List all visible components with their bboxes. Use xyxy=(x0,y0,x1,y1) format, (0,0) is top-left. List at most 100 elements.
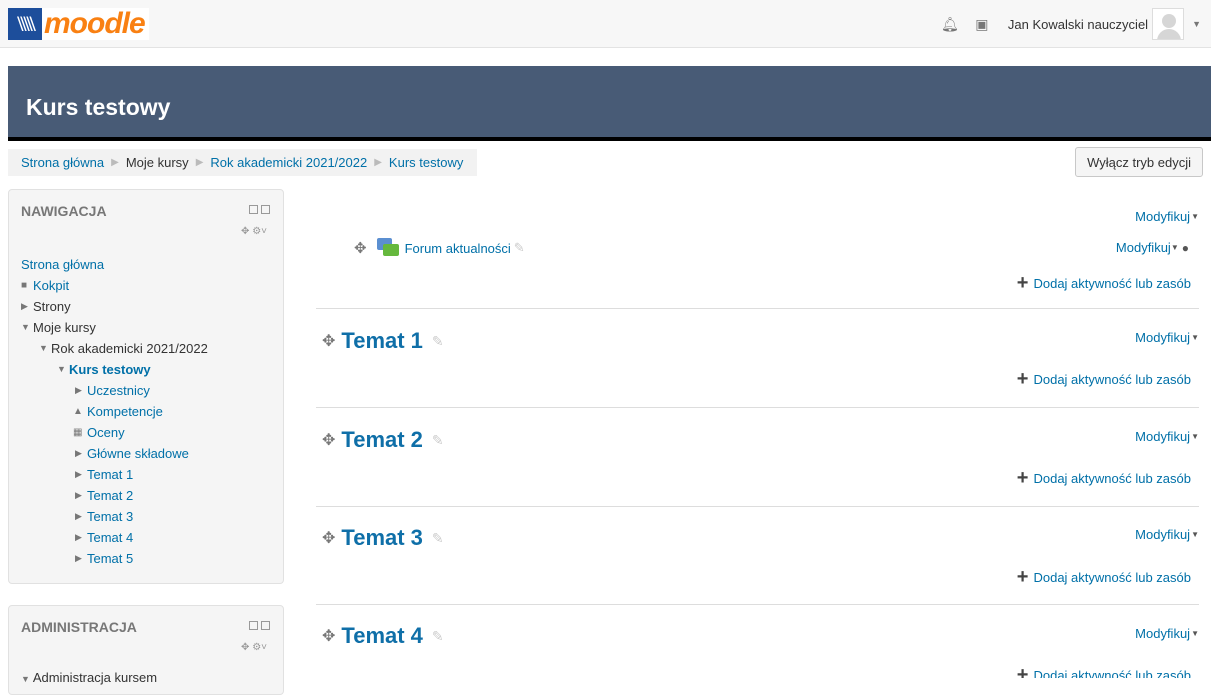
collapse-icon[interactable]: ▼ xyxy=(39,338,51,359)
expand-icon[interactable]: ▶ xyxy=(75,527,87,548)
block-title: ADMINISTRACJA xyxy=(21,619,137,635)
breadcrumb-separator-icon: ▶ xyxy=(111,157,119,168)
collapse-icon[interactable]: ▼ xyxy=(57,359,69,380)
avatar[interactable] xyxy=(1152,8,1185,40)
block-title: NAWIGACJA xyxy=(21,203,107,219)
breadcrumb-my-courses[interactable]: Moje kursy xyxy=(126,155,189,170)
dock-icon[interactable] xyxy=(261,205,270,214)
expand-icon[interactable]: ▶ xyxy=(75,464,87,485)
administration-block: ADMINISTRACJA ✥ ⚙˅ ▼ Administracja kurse… xyxy=(8,605,284,695)
pencil-icon[interactable]: ✎ xyxy=(432,628,444,645)
plus-icon: + xyxy=(1016,368,1029,390)
nav-tree: Strona główna ■ Kokpit ▶ Strony ▼ Moje kurs… xyxy=(21,254,275,569)
expand-icon[interactable]: ▶ xyxy=(75,443,87,464)
topic-heading: ✥ Temat 4 ✎ xyxy=(322,623,444,649)
nav-item-grades[interactable]: Oceny xyxy=(87,422,125,443)
plus-icon: + xyxy=(1016,467,1029,489)
collapse-icon[interactable]: ▼ xyxy=(21,317,33,338)
user-nav: 🔔︎ ▣ Jan Kowalski nauczyciel ▼ xyxy=(934,8,1201,40)
navigation-block: NAWIGACJA ✥ ⚙˅ Strona główna ■ Kokpit ▶ St… xyxy=(8,189,284,584)
nav-item-dashboard[interactable]: Kokpit xyxy=(33,275,69,296)
nav-item-topic-1[interactable]: Temat 1 xyxy=(87,464,133,485)
breadcrumb-separator-icon: ▶ xyxy=(374,157,382,168)
bell-icon[interactable]: 🔔︎ xyxy=(934,16,966,33)
plus-icon: + xyxy=(1016,664,1029,678)
section-modify-menu[interactable]: Modyfikuj▼ xyxy=(1135,527,1199,542)
nav-item-topic-5[interactable]: Temat 5 xyxy=(87,548,133,569)
move-icon[interactable]: ✥ xyxy=(322,331,335,351)
nav-item-current-course[interactable]: Kurs testowy xyxy=(69,359,151,380)
block-actions[interactable]: ✥ ⚙˅ xyxy=(241,226,267,237)
add-activity-link[interactable]: + Dodaj aktywność lub zasób xyxy=(1017,468,1191,488)
breadcrumb-separator-icon: ▶ xyxy=(195,157,204,168)
move-icon[interactable]: ✥ xyxy=(322,430,335,450)
expand-icon[interactable]: ▶ xyxy=(75,380,87,401)
section-general: Modyfikuj▼ ✥ Forum aktualności ✎ Modyfik… xyxy=(316,200,1199,308)
block-controls xyxy=(249,621,270,630)
moodle-logo[interactable]: \\\\\ moodle xyxy=(8,7,149,40)
expand-icon[interactable]: ▶ xyxy=(21,296,33,317)
add-activity-link[interactable]: + Dodaj aktywność lub zasób xyxy=(1017,369,1191,389)
section-topic: ✥ Temat 4 ✎ Modyfikuj▼ + Dodaj aktywność … xyxy=(316,605,1199,678)
competency-icon: ▲ xyxy=(73,406,83,417)
plus-icon: + xyxy=(1016,566,1029,588)
expand-icon[interactable]: ▶ xyxy=(75,485,87,506)
forum-link[interactable]: Forum aktualności xyxy=(405,241,511,256)
pencil-icon[interactable]: ✎ xyxy=(514,240,525,256)
collapse-icon[interactable] xyxy=(249,621,258,630)
nav-item-topic-3[interactable]: Temat 3 xyxy=(87,506,133,527)
nav-item-academic-year[interactable]: Rok akademicki 2021/2022 xyxy=(51,338,208,359)
nav-item-my-courses[interactable]: Moje kursy xyxy=(33,317,96,338)
dock-icon[interactable] xyxy=(261,621,270,630)
nav-item-general[interactable]: Główne składowe xyxy=(87,443,189,464)
section-modify-menu[interactable]: Modyfikuj▼ xyxy=(1135,209,1199,224)
forum-icon xyxy=(376,238,399,258)
bullet-icon: ■ xyxy=(21,280,28,291)
breadcrumb: Strona główna ▶ Moje kursy ▶ Rok akademick… xyxy=(8,149,478,176)
grades-icon: ▦ xyxy=(73,427,83,438)
logo-mark: \\\\\ xyxy=(8,8,42,40)
section-modify-menu[interactable]: Modyfikuj▼ xyxy=(1135,429,1199,444)
nav-item-topic-2[interactable]: Temat 2 xyxy=(87,485,133,506)
breadcrumb-course[interactable]: Kurs testowy xyxy=(389,155,463,170)
add-activity-link[interactable]: + Dodaj aktywność lub zasób xyxy=(1017,665,1191,678)
chat-icon[interactable]: ▣ xyxy=(966,16,998,33)
nav-item-topic-4[interactable]: Temat 4 xyxy=(87,527,133,548)
topic-title[interactable]: Temat 2 xyxy=(341,427,423,453)
section-topic: ✥ Temat 1 ✎ Modyfikuj▼ + Dodaj aktywność … xyxy=(316,309,1199,407)
pencil-icon[interactable]: ✎ xyxy=(432,333,444,350)
nav-item-home[interactable]: Strona główna xyxy=(21,254,104,275)
topic-title[interactable]: Temat 4 xyxy=(341,623,423,649)
expand-icon[interactable]: ▶ xyxy=(75,506,87,527)
chevron-down-icon[interactable]: ▼ xyxy=(1192,19,1201,29)
activity-modify-menu[interactable]: Modyfikuj▼ ● xyxy=(1116,240,1189,255)
pencil-icon[interactable]: ✎ xyxy=(432,432,444,449)
pencil-icon[interactable]: ✎ xyxy=(432,530,444,547)
page-title: Kurs testowy xyxy=(26,94,171,120)
breadcrumb-home[interactable]: Strona główna xyxy=(21,155,104,170)
section-modify-menu[interactable]: Modyfikuj▼ xyxy=(1135,626,1199,641)
move-icon[interactable]: ✥ xyxy=(322,528,335,548)
logo-text: moodle xyxy=(42,7,149,40)
nav-item-pages[interactable]: Strony xyxy=(33,296,71,317)
section-modify-menu[interactable]: Modyfikuj▼ xyxy=(1135,330,1199,345)
block-actions[interactable]: ✥ ⚙˅ xyxy=(241,642,267,653)
section-topic: ✥ Temat 3 ✎ Modyfikuj▼ + Dodaj aktywność … xyxy=(316,507,1199,604)
forum-activity: ✥ Forum aktualności ✎ xyxy=(354,238,525,258)
user-name[interactable]: Jan Kowalski nauczyciel xyxy=(1008,17,1148,32)
nav-item-competencies[interactable]: Kompetencje xyxy=(87,401,163,422)
user-icon: ● xyxy=(1181,241,1189,255)
add-activity-link[interactable]: + Dodaj aktywność lub zasób xyxy=(1017,567,1191,587)
nav-item-participants[interactable]: Uczestnicy xyxy=(87,380,150,401)
toggle-edit-mode-button[interactable]: Wyłącz tryb edycji xyxy=(1075,147,1203,177)
move-icon[interactable]: ✥ xyxy=(322,626,335,646)
move-icon[interactable]: ✥ xyxy=(354,239,367,257)
collapse-icon[interactable] xyxy=(249,205,258,214)
section-topic: ✥ Temat 2 ✎ Modyfikuj▼ + Dodaj aktywność … xyxy=(316,408,1199,506)
expand-icon[interactable]: ▶ xyxy=(75,548,87,569)
topic-title[interactable]: Temat 1 xyxy=(341,328,423,354)
add-activity-link[interactable]: + Dodaj aktywność lub zasób xyxy=(1017,273,1191,293)
breadcrumb-year[interactable]: Rok akademicki 2021/2022 xyxy=(210,155,367,170)
topic-title[interactable]: Temat 3 xyxy=(341,525,423,551)
topic-heading: ✥ Temat 3 ✎ xyxy=(322,525,444,551)
